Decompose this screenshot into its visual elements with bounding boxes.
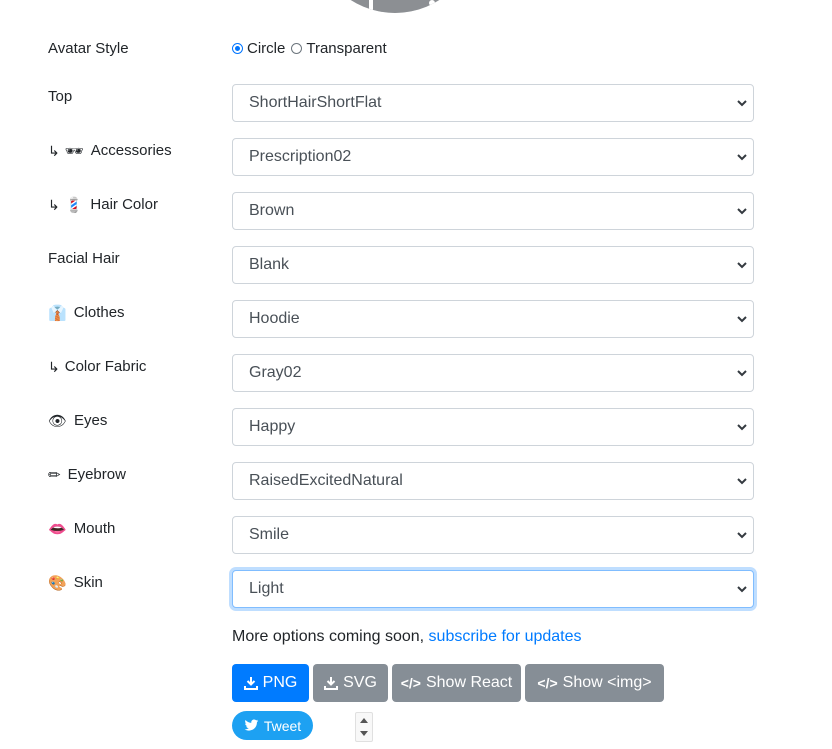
chevron-down-icon: [737, 208, 747, 215]
download-icon: [243, 677, 258, 690]
spinner-up-icon[interactable]: [360, 718, 368, 723]
sunglasses-icon: 🕶: [64, 142, 84, 160]
twitter-bird-icon: [244, 719, 259, 731]
eyebrow-label: ✏ Eyebrow: [48, 466, 126, 484]
chevron-down-icon: [737, 316, 747, 323]
pencil-icon: ✏: [48, 466, 61, 484]
transparent-radio[interactable]: [291, 43, 303, 54]
clothes-select[interactable]: Hoodie: [232, 300, 754, 338]
color-fabric-select[interactable]: Gray02: [232, 354, 754, 392]
eyebrow-select[interactable]: RaisedExcitedNatural: [232, 462, 754, 500]
clothes-select-value: Hoodie: [249, 310, 300, 327]
clothes-label: 👔 Clothes: [48, 304, 125, 322]
sub-arrow-icon: ↳: [48, 143, 60, 159]
avatar-drawstring-end: [429, 0, 435, 6]
necktie-icon: 👔: [48, 304, 67, 322]
avatar-style-label: Avatar Style: [48, 40, 129, 57]
avatar-drawstring: [369, 0, 373, 13]
facial-hair-select[interactable]: Blank: [232, 246, 754, 284]
hair-color-select[interactable]: Brown: [232, 192, 754, 230]
eyes-label: 👁 Eyes: [48, 412, 108, 430]
skin-select-value: Light: [249, 580, 284, 597]
more-options-text: More options coming soon, subscribe for …: [232, 628, 582, 645]
eye-icon: 👁: [48, 412, 68, 430]
chevron-down-icon: [737, 262, 747, 269]
number-spinner[interactable]: [355, 712, 373, 742]
code-icon: </>: [400, 675, 421, 691]
color-fabric-select-value: Gray02: [249, 364, 302, 381]
avatar-style-options: Circle Transparent: [232, 40, 393, 57]
subscribe-link[interactable]: subscribe for updates: [429, 628, 582, 645]
chevron-down-icon: [737, 154, 747, 161]
download-icon: [324, 677, 339, 690]
mouth-select[interactable]: Smile: [232, 516, 754, 554]
spinner-down-icon[interactable]: [360, 731, 368, 736]
eyes-select[interactable]: Happy: [232, 408, 754, 446]
avatar-clothes: [323, 0, 467, 13]
chevron-down-icon: [737, 532, 747, 539]
circle-radio-label[interactable]: Circle: [247, 40, 285, 57]
sub-arrow-icon: ↳: [48, 197, 60, 213]
mouth-select-value: Smile: [249, 526, 290, 543]
sub-arrow-icon: ↳: [48, 359, 60, 375]
transparent-radio-label[interactable]: Transparent: [306, 40, 386, 57]
chevron-down-icon: [737, 478, 747, 485]
accessories-select-value: Prescription02: [249, 148, 352, 165]
color-fabric-label: ↳ Color Fabric: [48, 356, 146, 378]
chevron-down-icon: [737, 100, 747, 107]
show-img-button[interactable]: </> Show <img>: [525, 664, 664, 702]
accessories-select[interactable]: Prescription02: [232, 138, 754, 176]
tweet-button[interactable]: Tweet: [232, 711, 313, 740]
code-icon: </>: [537, 675, 558, 691]
hair-color-select-value: Brown: [249, 202, 295, 219]
skin-select[interactable]: Light: [232, 570, 754, 608]
barber-pole-icon: 💈: [64, 196, 84, 214]
download-svg-button[interactable]: SVG: [313, 664, 388, 702]
facial-hair-select-value: Blank: [249, 256, 290, 273]
lips-icon: 👄: [48, 520, 67, 538]
circle-radio[interactable]: [232, 43, 243, 54]
avatar-style-row: Avatar Style: [0, 38, 832, 76]
chevron-down-icon: [737, 586, 747, 593]
accessories-label: ↳ 🕶 Accessories: [48, 140, 172, 162]
show-react-button[interactable]: </> Show React: [392, 664, 521, 702]
top-select[interactable]: ShortHairShortFlat: [232, 84, 754, 122]
chevron-down-icon: [737, 370, 747, 377]
mouth-label: 👄 Mouth: [48, 520, 116, 538]
palette-icon: 🎨: [48, 574, 67, 592]
top-select-value: ShortHairShortFlat: [249, 94, 382, 111]
eyebrow-select-value: RaisedExcitedNatural: [249, 472, 403, 489]
avatar-preview: [313, 0, 477, 13]
download-png-button[interactable]: PNG: [232, 664, 309, 702]
hair-color-label: ↳ 💈 Hair Color: [48, 194, 158, 216]
skin-label: 🎨 Skin: [48, 574, 103, 592]
top-label: Top: [48, 88, 73, 105]
eyes-select-value: Happy: [249, 418, 296, 435]
facial-hair-label: Facial Hair: [48, 250, 120, 267]
chevron-down-icon: [737, 424, 747, 431]
